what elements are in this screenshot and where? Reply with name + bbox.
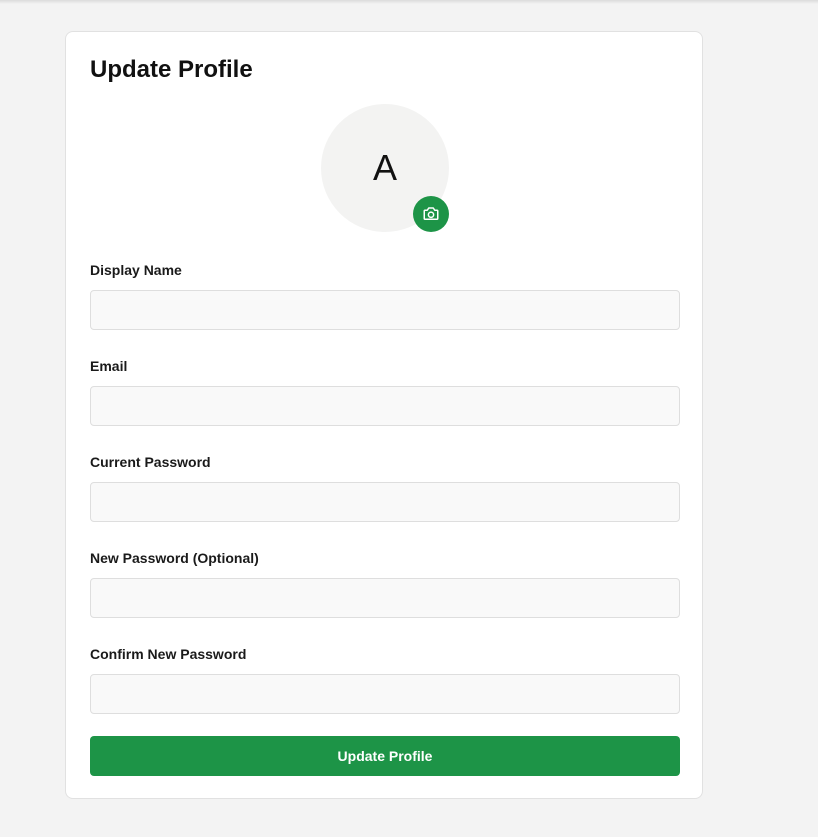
current-password-label: Current Password [90, 454, 211, 470]
avatar-initial: A [372, 147, 397, 188]
display-name-input[interactable] [90, 290, 680, 330]
page-title: Update Profile [90, 56, 253, 83]
camera-icon [422, 205, 440, 223]
new-password-input[interactable] [90, 578, 680, 618]
confirm-password-field-group: Confirm New Password [90, 646, 680, 714]
avatar-container: A [321, 104, 449, 232]
confirm-password-input[interactable] [90, 674, 680, 714]
email-label: Email [90, 358, 128, 374]
current-password-field-group: Current Password [90, 454, 680, 522]
display-name-label: Display Name [90, 262, 182, 278]
update-profile-card: Update Profile A Display Name Email Curr… [65, 31, 703, 799]
display-name-field-group: Display Name [90, 262, 680, 330]
update-profile-button[interactable]: Update Profile [90, 736, 680, 776]
current-password-input[interactable] [90, 482, 680, 522]
change-avatar-button[interactable] [413, 196, 449, 232]
confirm-password-label: Confirm New Password [90, 646, 247, 662]
email-input[interactable] [90, 386, 680, 426]
email-field-group: Email [90, 358, 680, 426]
new-password-field-group: New Password (Optional) [90, 550, 680, 618]
new-password-label: New Password (Optional) [90, 550, 259, 566]
top-bar-shadow [0, 0, 818, 4]
